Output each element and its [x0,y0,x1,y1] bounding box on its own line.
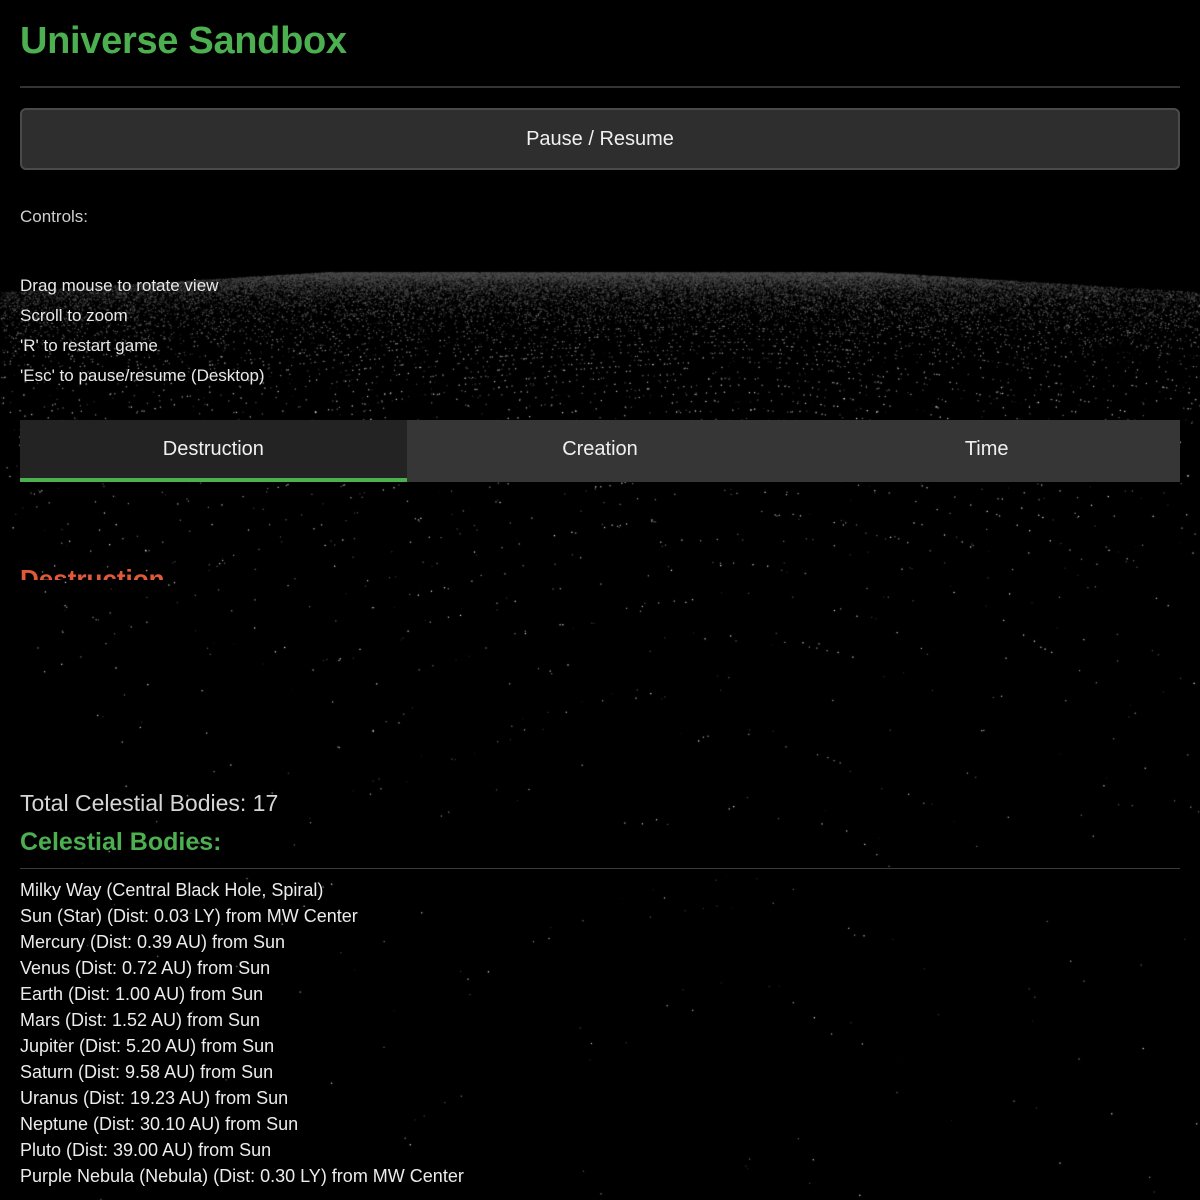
list-item: Saturn (Dist: 9.58 AU) from Sun [20,1062,274,1082]
list-item: Uranus (Dist: 19.23 AU) from Sun [20,1088,289,1108]
list-item: Venus (Dist: 0.72 AU) from Sun [20,958,271,978]
total-bodies-count: Total Celestial Bodies: 17 [20,790,279,816]
tab-creation[interactable]: Creation [407,420,794,482]
list-item: Purple Nebula (Nebula) (Dist: 0.30 LY) f… [20,1166,464,1186]
list-item: Mercury (Dist: 0.39 AU) from Sun [20,932,286,952]
control-panel: Universe Sandbox Pause / Resume Controls… [20,0,1180,1200]
control-hint: Scroll to zoom [20,306,128,325]
list-item: Earth (Dist: 1.00 AU) from Sun [20,984,264,1004]
control-hint: 'Esc' to pause/resume (Desktop) [20,366,265,385]
tab-destruction[interactable]: Destruction [20,420,407,482]
list-item: Mars (Dist: 1.52 AU) from Sun [20,1010,261,1030]
tab-bar: Destruction Creation Time [20,420,1180,482]
celestial-bodies-list: Milky Way (Central Black Hole, Spiral) S… [20,877,464,1189]
control-hint: 'R' to restart game [20,336,158,355]
destruction-heading: Destruction [20,564,165,580]
controls-list: Drag mouse to rotate view Scroll to zoom… [20,271,265,391]
pause-resume-button[interactable]: Pause / Resume [20,108,1180,170]
list-item: Jupiter (Dist: 5.20 AU) from Sun [20,1036,275,1056]
control-hint: Drag mouse to rotate view [20,276,219,295]
list-item: Sun (Star) (Dist: 0.03 LY) from MW Cente… [20,906,358,926]
list-item: Neptune (Dist: 30.10 AU) from Sun [20,1114,299,1134]
list-item: Pluto (Dist: 39.00 AU) from Sun [20,1140,272,1160]
list-item: Milky Way (Central Black Hole, Spiral) [20,880,324,900]
bodies-divider [20,868,1180,869]
app-title: Universe Sandbox [20,20,347,62]
controls-label: Controls: [20,207,89,226]
tab-time[interactable]: Time [793,420,1180,482]
title-divider [20,86,1180,88]
celestial-bodies-heading: Celestial Bodies: [20,828,222,856]
destruction-section: Destruction [20,560,620,580]
